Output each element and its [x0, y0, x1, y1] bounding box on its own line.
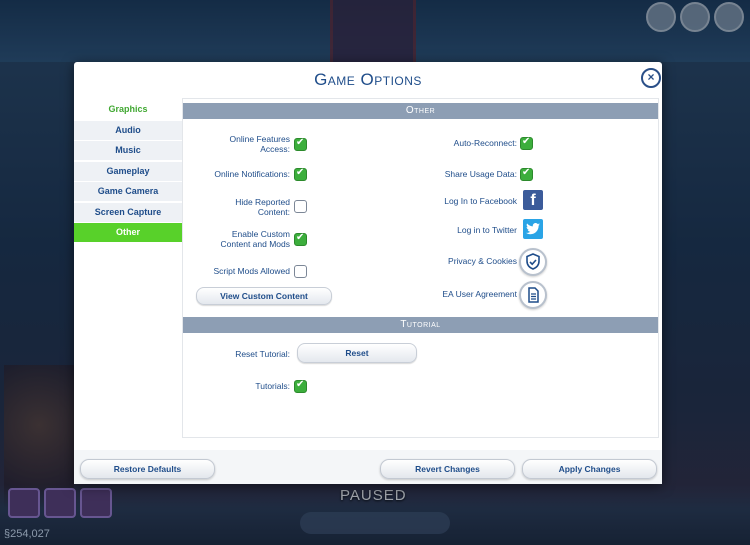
tab-other[interactable]: Other [74, 223, 182, 242]
enable-custom-content-checkbox[interactable] [294, 232, 307, 246]
shield-check-icon [526, 253, 540, 270]
ea-agreement-document-icon[interactable] [519, 281, 547, 309]
twitter-bird-icon [526, 223, 540, 235]
twitter-icon[interactable] [523, 219, 543, 239]
document-icon [528, 287, 539, 303]
script-mods-checkbox[interactable] [294, 265, 307, 278]
online-notifications-checkbox[interactable] [294, 167, 307, 181]
auto-reconnect-label: Auto-Reconnect: [453, 138, 517, 148]
online-features-checkbox[interactable] [294, 137, 307, 151]
hide-reported-label: Hide Reported Content: [235, 197, 290, 217]
tab-music[interactable]: Music [74, 141, 182, 160]
tab-game-camera[interactable]: Game Camera [74, 182, 182, 201]
facebook-label: Log In to Facebook [444, 196, 517, 206]
options-tabs: Graphics Audio Music Gameplay Game Camer… [74, 100, 182, 244]
view-custom-content-button[interactable]: View Custom Content [196, 287, 332, 305]
apply-changes-button[interactable]: Apply Changes [522, 459, 657, 479]
dialog-title: Game Options [314, 70, 422, 89]
share-usage-label: Share Usage Data: [444, 169, 517, 179]
dialog-footer: Restore Defaults Revert Changes Apply Ch… [74, 450, 662, 484]
privacy-label: Privacy & Cookies [448, 256, 517, 266]
game-options-dialog: Game Options × Graphics Audio Music Game… [74, 62, 662, 484]
online-notifications-label: Online Notifications: [214, 169, 290, 179]
online-features-label: Online Features Access: [229, 134, 290, 154]
script-mods-label: Script Mods Allowed [213, 266, 290, 276]
facebook-icon[interactable]: f [523, 190, 543, 210]
section-header-tutorial: Tutorial [183, 317, 658, 333]
section-header-other: Other [183, 103, 658, 119]
tab-screen-capture[interactable]: Screen Capture [74, 202, 182, 222]
hide-reported-checkbox[interactable] [294, 200, 307, 213]
twitter-label: Log in to Twitter [457, 225, 517, 235]
auto-reconnect-checkbox[interactable] [520, 136, 533, 150]
revert-changes-button[interactable]: Revert Changes [380, 459, 515, 479]
tutorials-checkbox[interactable] [294, 379, 307, 393]
tutorials-label: Tutorials: [255, 381, 290, 391]
tab-audio[interactable]: Audio [74, 120, 182, 140]
tab-graphics[interactable]: Graphics [74, 100, 182, 119]
reset-tutorial-label: Reset Tutorial: [235, 349, 290, 359]
options-panel: Other Online FeaturesAccess: Online Noti… [182, 98, 659, 438]
restore-defaults-button[interactable]: Restore Defaults [80, 459, 215, 479]
enable-custom-content-label: Enable Custom Content and Mods [220, 229, 290, 249]
ea-agreement-label: EA User Agreement [442, 289, 517, 299]
privacy-shield-icon[interactable] [519, 248, 547, 276]
share-usage-checkbox[interactable] [520, 167, 533, 181]
close-button[interactable]: × [641, 68, 661, 88]
tab-gameplay[interactable]: Gameplay [74, 161, 182, 181]
reset-tutorial-button[interactable]: Reset [297, 343, 417, 363]
